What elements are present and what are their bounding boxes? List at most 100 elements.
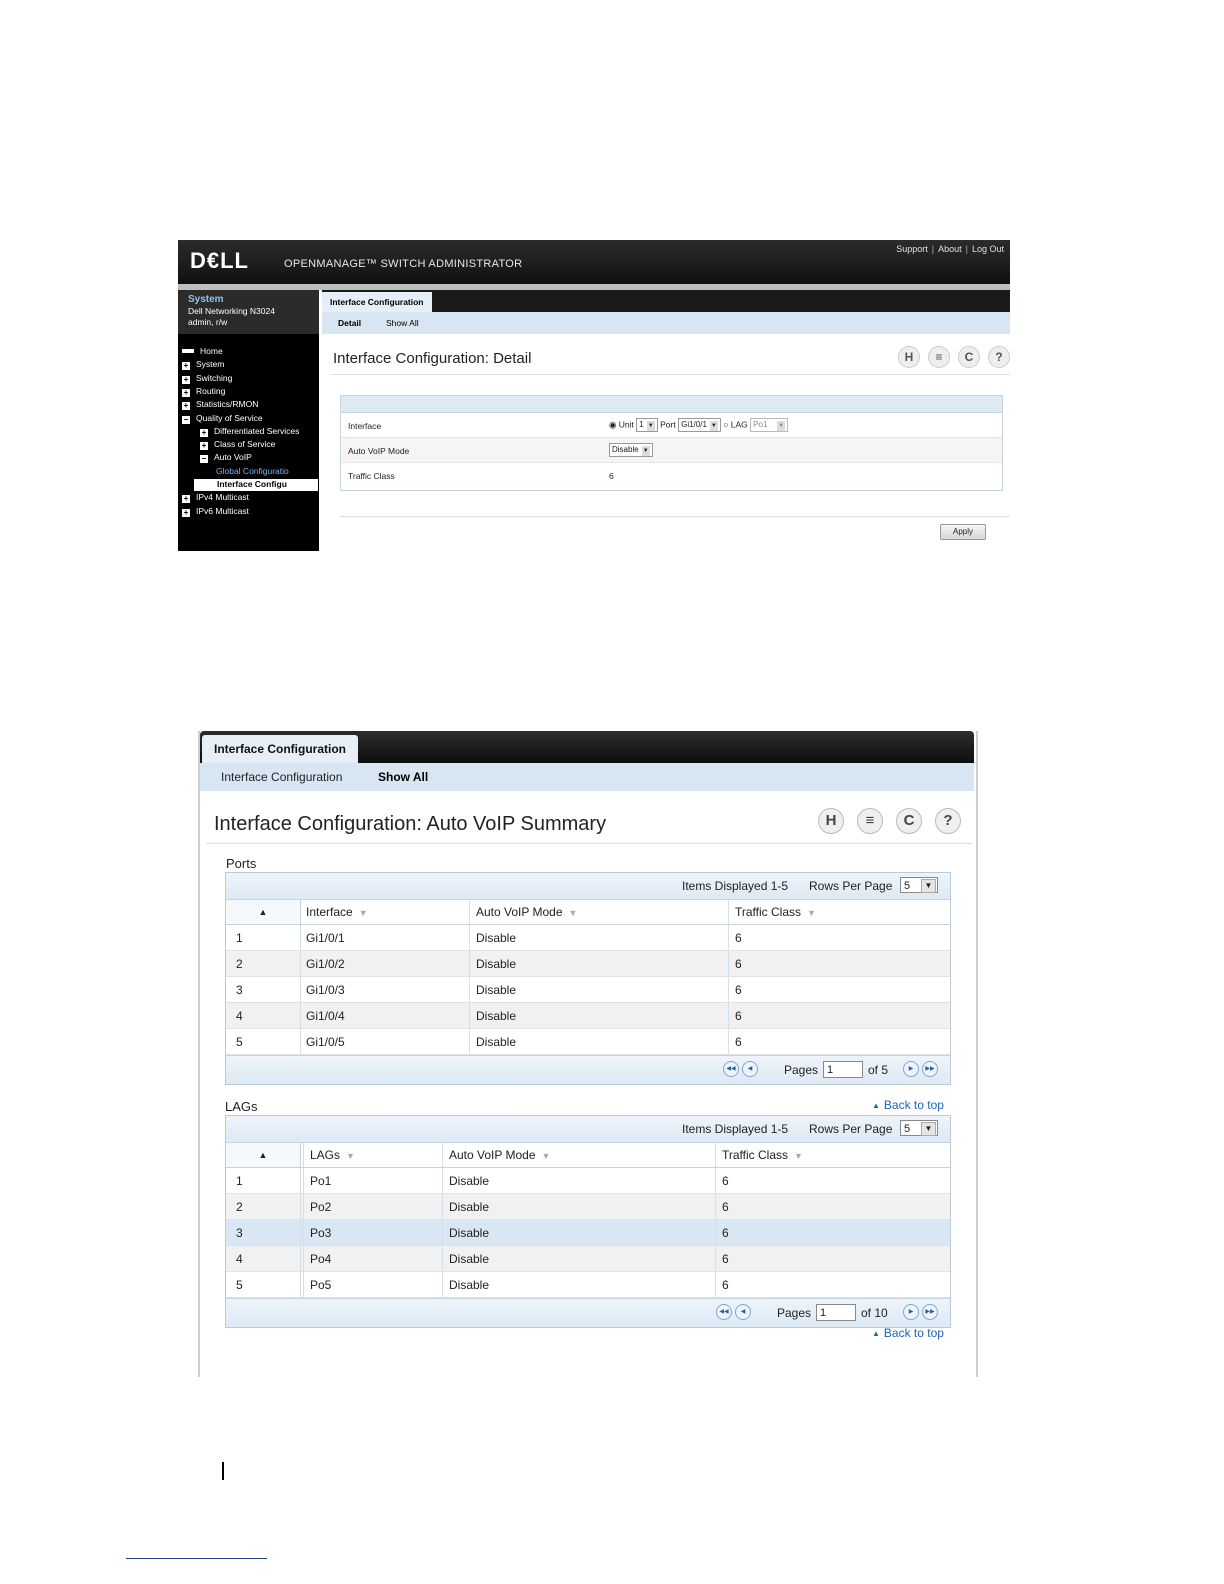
interface-label: Interface [348,421,382,431]
next-page-icon[interactable]: ▶ [903,1304,919,1320]
expand-icon[interactable]: + [200,442,208,451]
tab-interface-configuration[interactable]: Interface Configuration [322,292,432,312]
nav-item[interactable]: + Differentiated Services [200,426,299,438]
support-link[interactable]: Support [896,244,928,254]
print-icon[interactable]: ≡ [857,808,883,834]
table-row[interactable]: 3 Gi1/0/3 Disable 6 [226,977,950,1003]
first-page-icon[interactable]: ◀◀ [723,1061,739,1077]
column-header[interactable]: LAGs ▼ [310,1148,355,1162]
refresh-icon[interactable]: C [958,346,980,368]
expand-icon[interactable]: + [200,428,208,437]
mode-select[interactable]: Disable ▼ [609,443,653,457]
table-row[interactable]: 5 Po5 Disable 6 [226,1272,950,1298]
prev-page-icon[interactable]: ◀ [742,1061,758,1077]
save-icon[interactable]: H [818,808,844,834]
nav-item[interactable]: + Class of Service [200,439,275,451]
system-title[interactable]: System [188,294,224,305]
table-cell: 6 [735,957,742,971]
refresh-icon[interactable]: C [896,808,922,834]
unit-select[interactable]: 1 ▼ [636,418,658,432]
nav-item[interactable]: + IPv6 Multicast [182,506,249,518]
collapse-icon[interactable]: − [200,455,208,464]
table-cell: Disable [449,1174,490,1188]
table-row[interactable]: 3 Po3 Disable 6 [226,1220,950,1246]
subtab-show-all[interactable]: Show All [386,318,419,328]
collapse-icon[interactable]: − [182,415,190,424]
page-input[interactable]: 1 [823,1061,863,1078]
column-header[interactable]: Auto VoIP Mode ▼ [449,1148,550,1162]
home-icon[interactable] [182,349,194,353]
table-pager: ◀◀ ◀ Pages 1 of 5 ▶ ▶▶ [226,1055,950,1084]
column-header[interactable]: Traffic Class ▼ [722,1148,803,1162]
nav-item[interactable]: + Statistics/RMON [182,399,258,411]
page-input[interactable]: 1 [816,1304,856,1321]
subtab-interface-configuration[interactable]: Interface Configuration [221,770,342,784]
print-icon[interactable]: ≡ [928,346,950,368]
last-page-icon[interactable]: ▶▶ [922,1061,938,1077]
nav-item[interactable]: + Switching [182,373,232,385]
unit-radio[interactable]: ◉ [609,419,616,429]
expand-icon[interactable]: + [182,362,190,371]
sort-index-header[interactable]: ▲ [226,900,301,924]
table-row[interactable]: 5 Gi1/0/5 Disable 6 [226,1029,950,1055]
last-page-icon[interactable]: ▶▶ [922,1304,938,1320]
rows-per-page-select[interactable]: 5 ▼ [900,1120,938,1136]
table-cell: Po1 [310,1174,332,1188]
expand-icon[interactable]: + [182,508,190,517]
port-select[interactable]: Gi1/0/1 ▼ [678,418,721,432]
help-icon[interactable]: ? [988,346,1010,368]
column-header[interactable]: Auto VoIP Mode ▼ [476,905,577,919]
table-row[interactable]: 4 Gi1/0/4 Disable 6 [226,1003,950,1029]
tab-bar: Interface Configuration [200,731,974,763]
column-header[interactable]: Traffic Class ▼ [735,905,816,919]
table-cell: Gi1/0/4 [306,1009,345,1023]
sort-index-header[interactable]: ▲ [226,1143,301,1167]
first-page-icon[interactable]: ◀◀ [716,1304,732,1320]
nav-item[interactable]: Home [182,346,223,358]
port-label: Port [660,419,676,430]
expand-icon[interactable]: + [182,375,190,384]
subtab-show-all[interactable]: Show All [378,770,428,784]
rows-per-page-label: Rows Per Page [809,1122,893,1136]
expand-icon[interactable]: + [182,495,190,504]
logout-link[interactable]: Log Out [972,244,1004,254]
apply-button[interactable]: Apply [940,524,986,540]
about-link[interactable]: About [938,244,962,254]
lag-radio[interactable]: ○ [723,419,728,429]
nav-item-label: System [196,359,225,370]
rows-per-page-select[interactable]: 5 ▼ [900,877,938,893]
nav-item-label: Auto VoIP [214,452,252,463]
table-row[interactable]: 2 Gi1/0/2 Disable 6 [226,951,950,977]
save-icon[interactable]: H [898,346,920,368]
table-cell: Disable [476,1009,517,1023]
expand-icon[interactable]: + [182,388,190,397]
back-to-top-link[interactable]: ▲ Back to top [872,1098,944,1112]
nav-item[interactable]: + Routing [182,386,225,398]
nav-item[interactable]: + IPv4 Multicast [182,492,249,504]
table-row[interactable]: 2 Po2 Disable 6 [226,1194,950,1220]
help-icon[interactable]: ? [935,808,961,834]
nav-item[interactable]: Global Configuratio [216,466,289,478]
chevron-down-icon[interactable]: ▼ [921,1122,936,1136]
table-row[interactable]: 4 Po4 Disable 6 [226,1246,950,1272]
nav-item[interactable]: Interface Configu [194,479,318,491]
tab-interface-configuration[interactable]: Interface Configuration [202,735,359,763]
nav-item[interactable]: − Auto VoIP [200,452,252,464]
nav-item[interactable]: + System [182,359,224,371]
table-cell: Po5 [310,1278,332,1292]
table-cell: Disable [476,1035,517,1049]
lag-select[interactable]: Po1 ▼ [750,418,789,432]
back-to-top-link-bottom[interactable]: ▲ Back to top [872,1326,944,1340]
page-title: Interface Configuration: Detail [333,350,532,367]
nav-item-label: Class of Service [214,439,276,450]
expand-icon[interactable]: + [182,402,190,411]
nav-item[interactable]: − Quality of Service [182,413,263,425]
table-row[interactable]: 1 Po1 Disable 6 [226,1168,950,1194]
chevron-down-icon[interactable]: ▼ [921,879,936,893]
table-cell: 6 [722,1252,729,1266]
prev-page-icon[interactable]: ◀ [735,1304,751,1320]
table-row[interactable]: 1 Gi1/0/1 Disable 6 [226,925,950,951]
subtab-detail[interactable]: Detail [338,318,361,328]
column-header[interactable]: Interface ▼ [306,905,368,919]
next-page-icon[interactable]: ▶ [903,1061,919,1077]
